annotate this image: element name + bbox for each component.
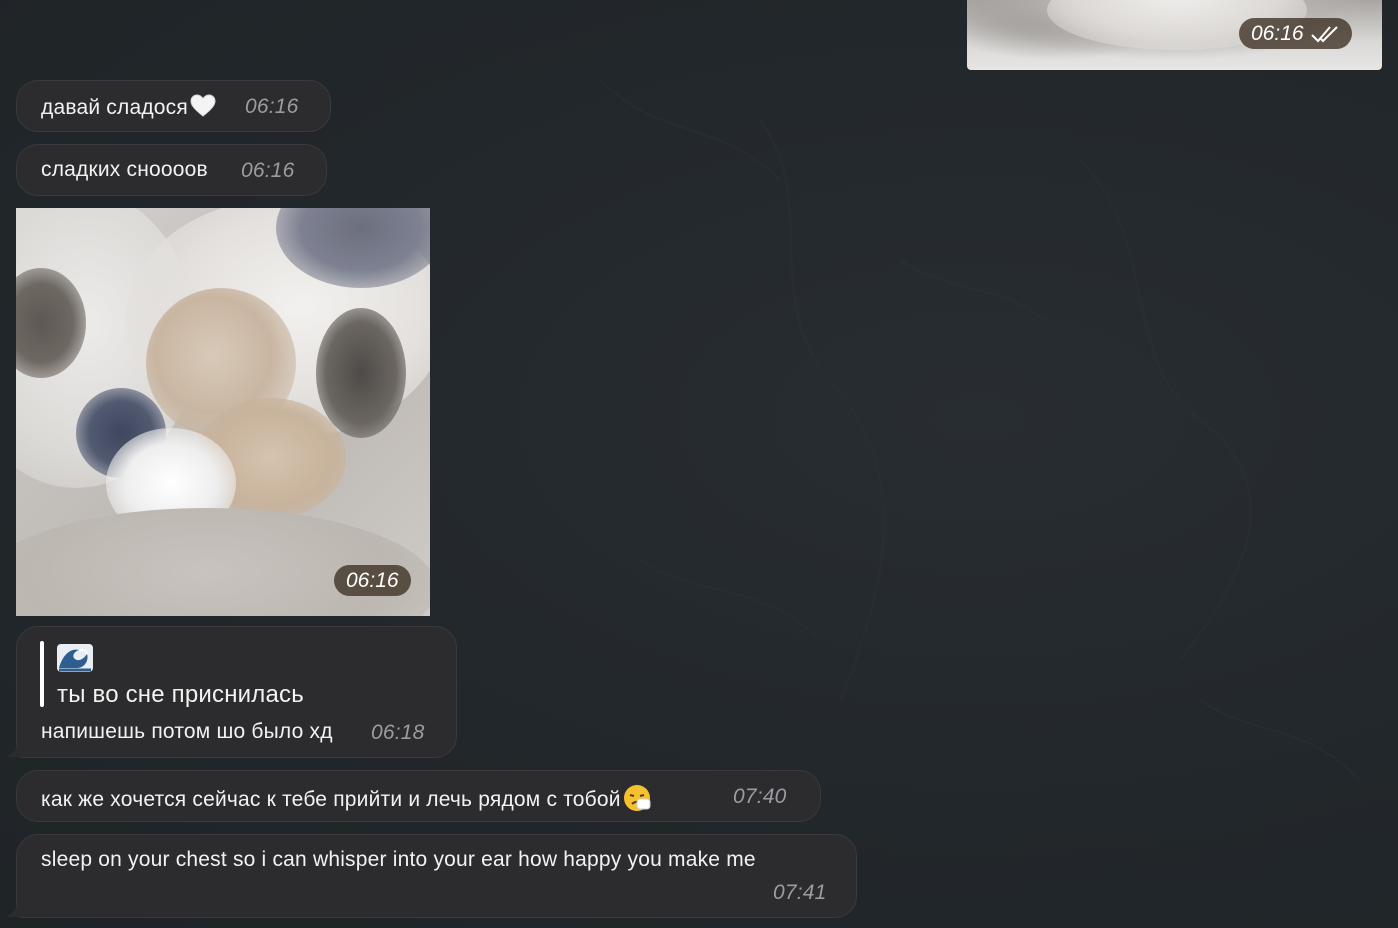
message-time: 06:16: [241, 159, 295, 182]
message-text: как же хочется сейчас к тебе прийти и ле…: [41, 788, 621, 811]
bubble-tail: [6, 897, 30, 917]
sneezing-face-icon: [623, 785, 651, 811]
photo-timestamp: 06:16: [334, 565, 411, 596]
photo-timestamp: 06:16: [1239, 18, 1352, 49]
incoming-reply-message[interactable]: ты во сне приснилась напишешь потом шо б…: [16, 626, 457, 758]
kissing-kittens-photo[interactable]: 06:16: [16, 208, 430, 616]
reply-quote-bar: [40, 641, 44, 707]
incoming-message[interactable]: sleep on your chest so i can whisper int…: [16, 834, 857, 918]
message-time: 07:41: [773, 881, 827, 904]
message-time: 07:40: [733, 785, 787, 808]
message-time: 06:16: [245, 95, 299, 118]
message-text: давай сладося: [41, 96, 188, 119]
photo-shape: [16, 508, 430, 616]
incoming-message[interactable]: давай сладося 06:16: [16, 80, 331, 132]
white-heart-icon: [190, 94, 216, 117]
photo-time: 06:16: [1251, 21, 1304, 45]
incoming-message[interactable]: как же хочется сейчас к тебе прийти и ле…: [16, 770, 821, 822]
message-time: 06:18: [371, 721, 425, 744]
photo-shape: [316, 308, 406, 438]
message-text: сладких снoooов: [41, 158, 208, 181]
reply-quoted-text: ты во сне приснилась: [57, 681, 304, 708]
outgoing-photo-message[interactable]: 06:16: [967, 0, 1382, 70]
incoming-message[interactable]: сладких снoooов 06:16: [16, 144, 327, 196]
double-check-icon: [1310, 25, 1338, 42]
bubble-tail: [6, 737, 30, 757]
water-wave-icon: [57, 644, 93, 672]
message-text: напишешь потом шо было хд: [41, 720, 333, 743]
message-text: sleep on your chest so i can whisper int…: [41, 848, 756, 871]
photo-time: 06:16: [346, 568, 399, 592]
